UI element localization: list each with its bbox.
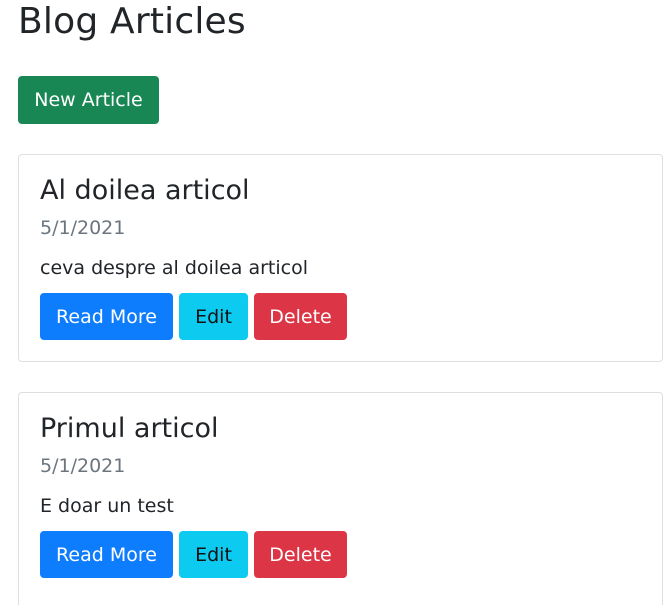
page-title: Blog Articles bbox=[18, 1, 246, 42]
article-card: Primul articol 5/1/2021 E doar un test R… bbox=[18, 392, 663, 605]
read-more-button[interactable]: Read More bbox=[40, 531, 173, 578]
read-more-button[interactable]: Read More bbox=[40, 293, 173, 340]
delete-button[interactable]: Delete bbox=[254, 531, 347, 578]
delete-button[interactable]: Delete bbox=[254, 293, 347, 340]
article-date: 5/1/2021 bbox=[40, 217, 126, 239]
article-date: 5/1/2021 bbox=[40, 455, 126, 477]
new-article-button[interactable]: New Article bbox=[18, 76, 159, 124]
article-summary: ceva despre al doilea articol bbox=[40, 257, 309, 279]
edit-button[interactable]: Edit bbox=[179, 531, 248, 578]
article-card: Al doilea articol 5/1/2021 ceva despre a… bbox=[18, 154, 663, 362]
article-title: Primul articol bbox=[40, 413, 219, 444]
article-title: Al doilea articol bbox=[40, 175, 250, 206]
article-summary: E doar un test bbox=[40, 495, 174, 517]
edit-button[interactable]: Edit bbox=[179, 293, 248, 340]
